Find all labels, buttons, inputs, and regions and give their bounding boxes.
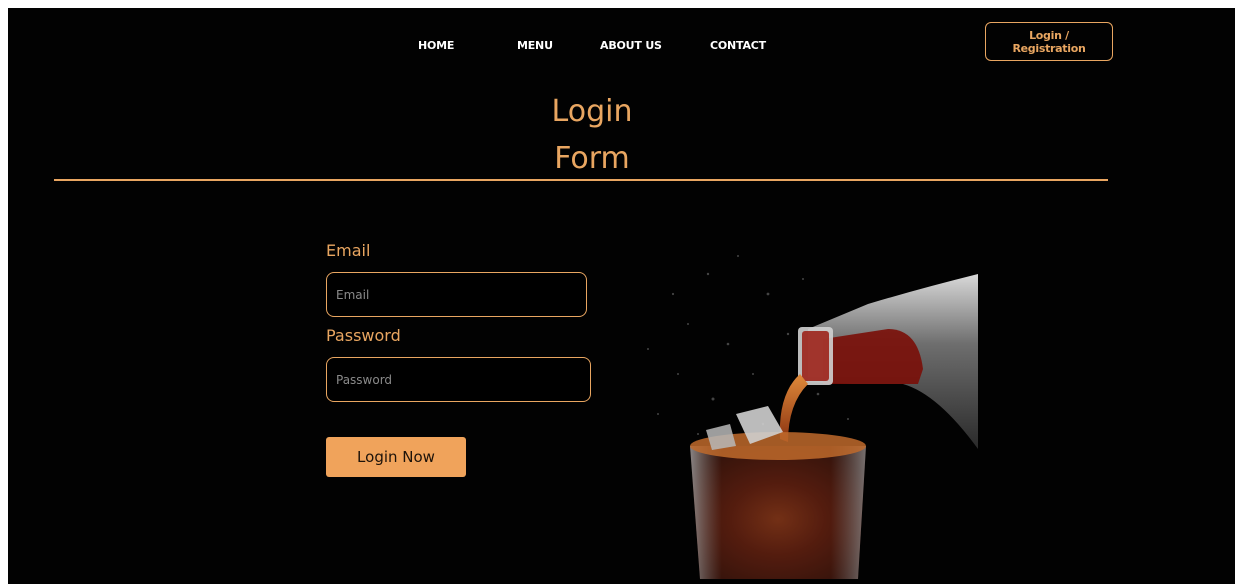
password-label: Password xyxy=(326,326,401,345)
password-field[interactable] xyxy=(326,357,591,402)
page-title-line-1: Login xyxy=(551,94,633,129)
pour-stream xyxy=(779,374,808,442)
page-background: HOME MENU ABOUT US CONTACT Login / Regis… xyxy=(8,8,1235,584)
nav-home-link[interactable]: HOME xyxy=(418,39,454,52)
nav-about-us-link[interactable]: ABOUT US xyxy=(600,39,662,52)
email-label: Email xyxy=(326,241,371,260)
nav-menu-link[interactable]: MENU xyxy=(517,39,553,52)
email-field[interactable] xyxy=(326,272,587,317)
soda-bottle xyxy=(798,274,978,449)
glass-of-cola xyxy=(690,406,866,579)
cola-pour-image xyxy=(647,255,978,579)
nav-contact-link[interactable]: CONTACT xyxy=(710,39,766,52)
login-registration-button[interactable]: Login / Registration xyxy=(985,22,1113,61)
login-now-button[interactable]: Login Now xyxy=(326,437,466,477)
title-divider xyxy=(54,179,1108,181)
page-title-line-2: Form xyxy=(554,141,630,176)
